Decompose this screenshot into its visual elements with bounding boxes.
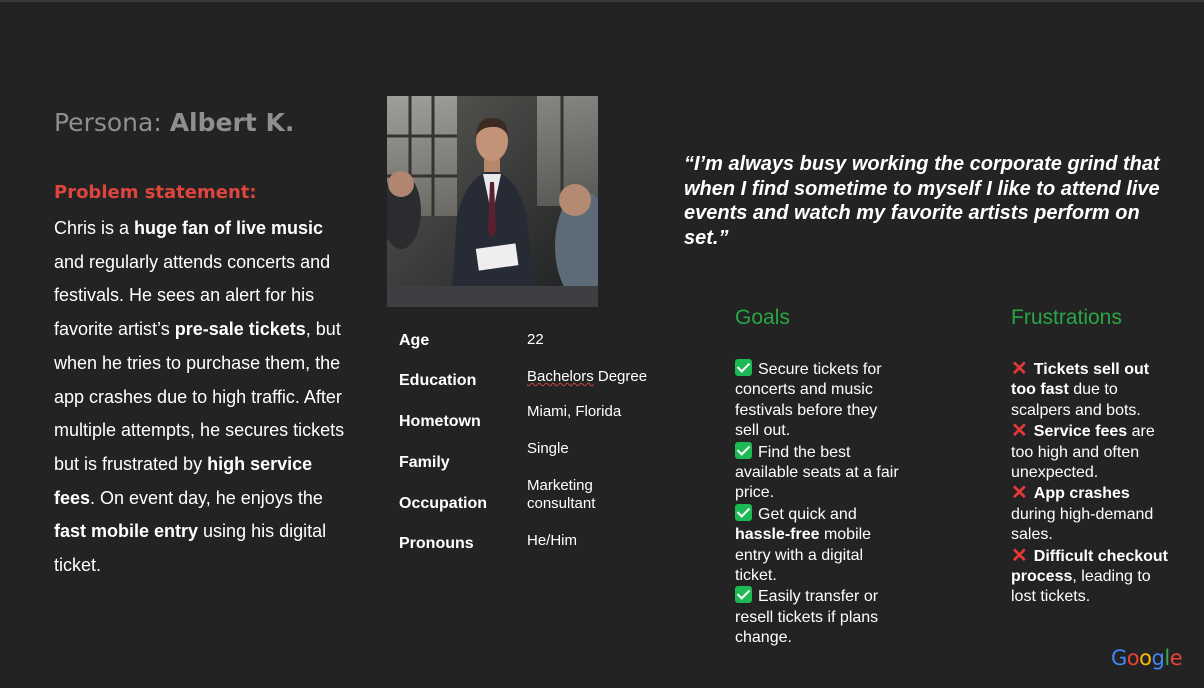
frustrations-heading: Frustrations (1011, 306, 1122, 329)
education-value-degree: Bachelors (527, 368, 594, 385)
goals-item: Secure tickets for concerts and music fe… (735, 359, 905, 442)
persona-quote: “I’m always busy working the corporate g… (684, 153, 1160, 249)
occupation-label: Occupation (399, 495, 488, 512)
goals-item: Find the best available seats at a fair … (735, 441, 905, 504)
emphasis-text: pre-sale tickets (174, 319, 306, 340)
family-value: Single (527, 440, 569, 457)
goals-item: Get quick and hassle-free mobile entry w… (735, 503, 905, 587)
logo-letter: o (1139, 646, 1152, 670)
checkmark-icon (735, 503, 752, 521)
emphasis-text: App crashes (1033, 485, 1130, 503)
emphasis-text: huge fan of live music (134, 218, 324, 238)
hometown-value: Miami, Florida (527, 403, 622, 420)
top-border (0, 0, 1204, 2)
education-value: Bachelors Degree (527, 368, 667, 386)
age-value: 22 (527, 331, 544, 348)
goals-list: Secure tickets for concerts and music fe… (735, 359, 905, 649)
problem-statement-heading: Problem statement: (54, 182, 257, 203)
body-text: Secure tickets for concerts and music fe… (735, 361, 882, 440)
frustrations-item: ✕ Service fees are too high and often une… (1011, 421, 1176, 483)
logo-letter: G (1111, 646, 1127, 670)
education-value-rest: Degree (593, 368, 648, 385)
persona-photo (387, 96, 598, 307)
body-text: Get quick and (758, 505, 857, 523)
family-label: Family (399, 454, 450, 471)
frustrations-item: ✕ App crashes during high-demand sales. (1011, 483, 1176, 545)
logo-letter: e (1169, 646, 1183, 670)
emphasis-text: hassle-free (735, 526, 820, 544)
logo-letter: o (1126, 646, 1140, 670)
occupation-value: Marketing consultant (527, 477, 596, 512)
pronouns-value: He/Him (527, 532, 578, 549)
cross-icon: ✕ (1011, 482, 1028, 505)
persona-prefix: Persona: (54, 108, 170, 137)
page-title: Persona: Albert K. (54, 108, 294, 137)
frustrations-item: ✕ Tickets sell out too fast due to scalpe… (1011, 359, 1176, 421)
age-label: Age (399, 332, 430, 349)
checkmark-icon (735, 441, 752, 459)
body-text: , but when he tries to purchase them, th… (54, 319, 345, 474)
frustrations-list: ✕ Tickets sell out too fast due to scalpe… (1011, 359, 1176, 608)
goals-item: Easily transfer or resell tickets if pla… (735, 586, 905, 648)
google-logo: Google (1111, 646, 1183, 670)
body-text: Easily transfer or resell tickets if pla… (735, 588, 879, 647)
cross-icon: ✕ (1011, 544, 1028, 567)
persona-name: Albert K. (169, 108, 295, 137)
body-text: Chris is a (54, 218, 135, 238)
education-label: Education (399, 372, 477, 389)
problem-statement-body: Chris is a huge fan of live music and re… (54, 212, 354, 583)
checkmark-icon (735, 586, 752, 604)
checkmark-icon (735, 359, 752, 376)
body-text: . On event day, he enjoys the (90, 487, 323, 508)
emphasis-text: Service fees (1033, 423, 1128, 441)
pronouns-label: Pronouns (399, 535, 474, 552)
frustrations-item: ✕ Difficult checkout process, leading to … (1011, 544, 1176, 608)
logo-letter: g (1151, 646, 1165, 670)
body-text: during high-demand sales. (1011, 505, 1154, 544)
hometown-label: Hometown (399, 413, 481, 430)
body-text: Find the best available seats at a fair … (735, 443, 899, 502)
cross-icon: ✕ (1011, 420, 1028, 443)
emphasis-text: fast mobile entry (54, 521, 199, 542)
goals-heading: Goals (735, 306, 790, 329)
cross-icon: ✕ (1011, 358, 1028, 380)
